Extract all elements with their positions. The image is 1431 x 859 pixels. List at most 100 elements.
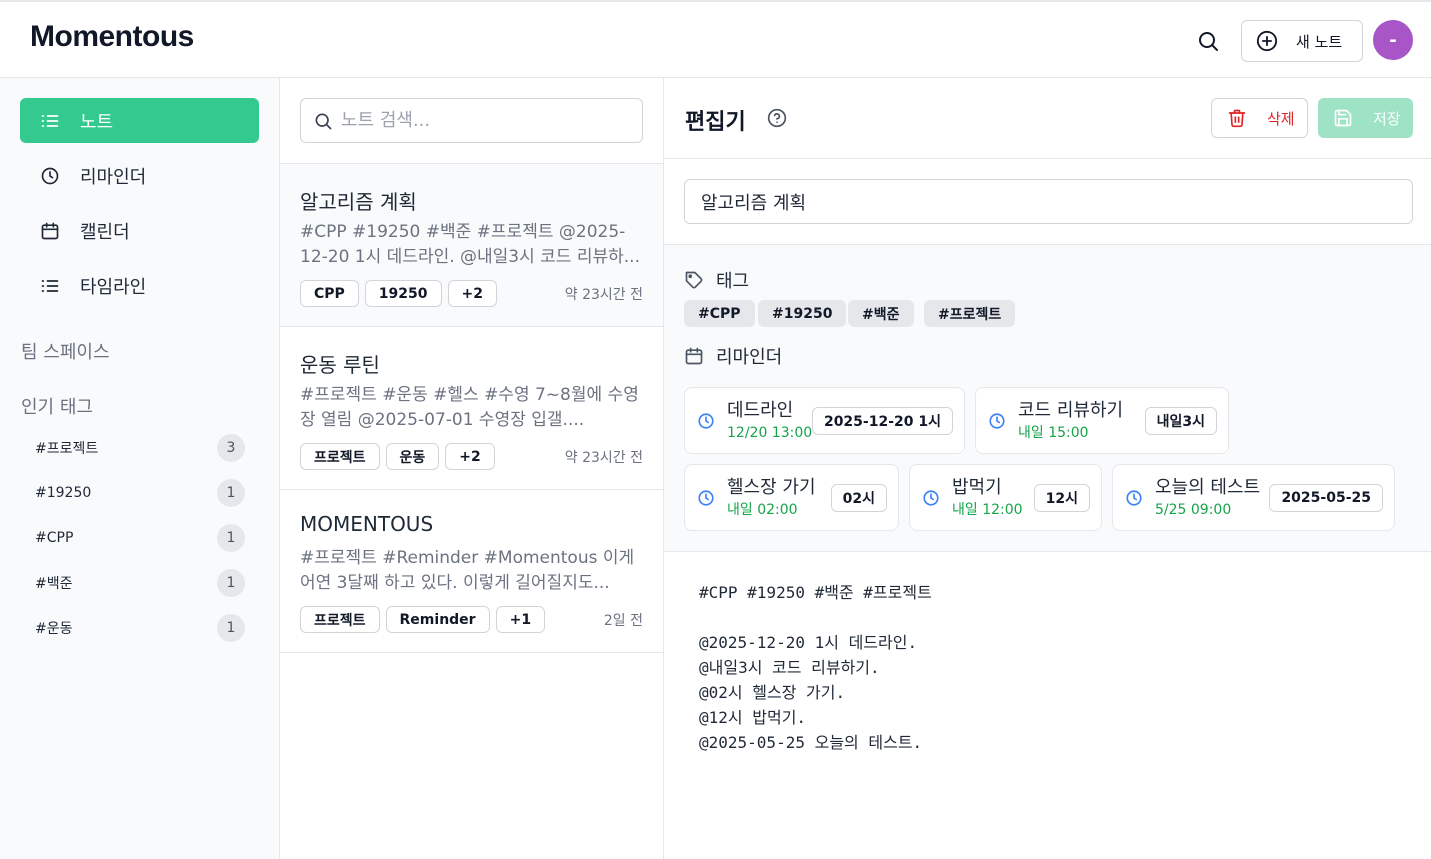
sidebar-tag-item[interactable]: #운동 1	[35, 614, 245, 642]
note-list-item[interactable]: MOMENTOUS #프로젝트 #Reminder #Momentous 이게 …	[280, 490, 663, 653]
clock-icon	[923, 489, 939, 506]
note-tag-chip[interactable]: 프로젝트	[300, 443, 380, 470]
note-tag-chip[interactable]: Reminder	[385, 606, 490, 633]
list-icon	[41, 114, 59, 127]
note-snippet: #CPP #19250 #백준 #프로젝트 @2025-12-20 1시 데드라…	[300, 222, 640, 267]
tag-name: #백준	[35, 576, 73, 592]
reminder-card[interactable]: 오늘의 테스트 5/25 09:00 2025-05-25	[1112, 464, 1395, 531]
tag-count-badge: 3	[217, 434, 245, 462]
reminder-badge: 내일3시	[1144, 407, 1217, 435]
sidebar-item-label: 리마인더	[80, 166, 147, 188]
sidebar-tag-item[interactable]: #프로젝트 3	[35, 434, 245, 462]
note-title-input[interactable]	[684, 179, 1413, 224]
clock-icon	[1126, 489, 1142, 506]
app-logo[interactable]: Momentous	[30, 20, 194, 54]
note-tag-more-chip[interactable]: +2	[445, 443, 495, 470]
clock-icon	[698, 412, 714, 429]
delete-button[interactable]: 삭제	[1211, 98, 1308, 138]
reminder-badge: 02시	[830, 484, 887, 512]
note-title: 운동 루틴	[300, 353, 380, 377]
plus-circle-icon	[1256, 30, 1278, 52]
editor-heading: 편집기	[685, 110, 746, 135]
app-header: Momentous 새 노트 -	[0, 2, 1431, 78]
reminder-datetime: 내일 12:00	[952, 501, 1023, 518]
tag-count-badge: 1	[217, 524, 245, 552]
editor-panel: 편집기 삭제 저장 태그 #CPP #19250 #백준 #프로젝트 리마인더 …	[664, 78, 1431, 859]
note-snippet: #프로젝트 #Reminder #Momentous 이게 어연 3달째 하고 …	[300, 548, 635, 593]
sidebar-item-label: 타임라인	[80, 276, 147, 298]
reminder-card[interactable]: 밥먹기 내일 12:00 12시	[909, 464, 1102, 531]
new-note-label: 새 노트	[1296, 32, 1343, 51]
save-button[interactable]: 저장	[1318, 98, 1413, 138]
note-search-box	[300, 98, 643, 143]
editor-tag-chip[interactable]: #백준	[848, 300, 914, 327]
notes-list-panel: 알고리즘 계획 #CPP #19250 #백준 #프로젝트 @2025-12-2…	[280, 78, 664, 859]
sidebar: 노트 리마인더 캘린더 타임라인 팀 스페이스 인기 태그 #프로젝트 3 #1…	[0, 78, 280, 859]
reminder-title: 오늘의 테스트	[1155, 476, 1261, 498]
reminders-label: 리마인더	[716, 347, 783, 368]
sidebar-item-label: 캘린더	[80, 221, 130, 243]
reminder-datetime: 5/25 09:00	[1155, 501, 1232, 518]
note-list-item[interactable]: 운동 루틴 #프로젝트 #운동 #헬스 #수영 7~8월에 수영장 열림 @20…	[280, 327, 663, 490]
tag-name: #운동	[35, 621, 73, 637]
sidebar-tag-item[interactable]: #19250 1	[35, 479, 245, 507]
save-label: 저장	[1373, 109, 1401, 128]
reminder-datetime: 내일 02:00	[727, 501, 798, 518]
reminder-card[interactable]: 데드라인 12/20 13:00 2025-12-20 1시	[684, 387, 965, 454]
note-meta-section: 태그 #CPP #19250 #백준 #프로젝트 리마인더 데드라인 12/20…	[664, 245, 1431, 552]
note-tag-chip[interactable]: 프로젝트	[300, 606, 380, 633]
clock-icon	[41, 167, 59, 184]
new-note-button[interactable]: 새 노트	[1241, 20, 1363, 62]
help-icon[interactable]	[767, 108, 787, 128]
note-tag-more-chip[interactable]: +2	[447, 280, 497, 307]
sidebar-item-notes[interactable]: 노트	[20, 98, 259, 143]
note-snippet: #프로젝트 #운동 #헬스 #수영 7~8월에 수영장 열림 @2025-07-…	[300, 385, 639, 430]
sidebar-tag-item[interactable]: #CPP 1	[35, 524, 245, 552]
note-list-item[interactable]: 알고리즘 계획 #CPP #19250 #백준 #프로젝트 @2025-12-2…	[280, 164, 663, 327]
reminder-badge: 2025-12-20 1시	[811, 407, 953, 435]
reminder-card[interactable]: 헬스장 가기 내일 02:00 02시	[684, 464, 899, 531]
tag-name: #프로젝트	[35, 441, 99, 457]
tag-name: #19250	[35, 485, 92, 501]
note-timestamp: 2일 전	[603, 613, 643, 629]
reminder-card[interactable]: 코드 리뷰하기 내일 15:00 내일3시	[975, 387, 1229, 454]
note-tag-chip[interactable]: 운동	[385, 443, 440, 470]
search-icon	[315, 113, 332, 129]
tag-count-badge: 1	[217, 614, 245, 642]
search-icon[interactable]	[1196, 29, 1220, 53]
reminder-datetime: 내일 15:00	[1018, 424, 1089, 441]
tag-count-badge: 1	[217, 479, 245, 507]
editor-tag-chip[interactable]: #19250	[758, 300, 847, 327]
avatar[interactable]: -	[1373, 20, 1413, 60]
tags-label: 태그	[716, 271, 750, 292]
note-tag-more-chip[interactable]: +1	[495, 606, 546, 633]
editor-tag-chip[interactable]: #CPP	[684, 300, 755, 327]
trash-icon	[1228, 109, 1246, 128]
clock-icon	[989, 412, 1005, 429]
team-space-heading[interactable]: 팀 스페이스	[21, 338, 110, 364]
editor-tag-chip[interactable]: #프로젝트	[924, 300, 1016, 327]
note-title: MOMENTOUS	[300, 512, 434, 536]
note-content-editor[interactable]: #CPP #19250 #백준 #프로젝트 @2025-12-20 1시 데드라…	[699, 580, 932, 755]
note-tag-chip[interactable]: CPP	[300, 280, 359, 307]
tags-label-row: 태그	[684, 267, 749, 293]
sidebar-item-reminders[interactable]: 리마인더	[20, 153, 259, 198]
reminder-badge: 2025-05-25	[1269, 484, 1383, 512]
note-search-input[interactable]	[341, 110, 631, 131]
note-tag-chip[interactable]: 19250	[364, 280, 442, 307]
reminder-badge: 12시	[1033, 484, 1090, 512]
sidebar-tag-item[interactable]: #백준 1	[35, 569, 245, 597]
note-timestamp: 약 23시간 전	[564, 287, 643, 303]
sidebar-item-calendar[interactable]: 캘린더	[20, 208, 259, 253]
sidebar-item-timeline[interactable]: 타임라인	[20, 263, 259, 308]
reminder-datetime: 12/20 13:00	[727, 424, 813, 441]
tag-name: #CPP	[35, 530, 74, 546]
tag-icon	[685, 271, 703, 289]
popular-tags-heading: 인기 태그	[21, 397, 93, 418]
note-timestamp: 약 23시간 전	[564, 450, 643, 466]
save-icon	[1334, 109, 1352, 127]
tag-count-badge: 1	[217, 569, 245, 597]
list-icon	[41, 279, 59, 292]
sidebar-item-label: 노트	[80, 111, 114, 133]
clock-icon	[698, 489, 714, 506]
